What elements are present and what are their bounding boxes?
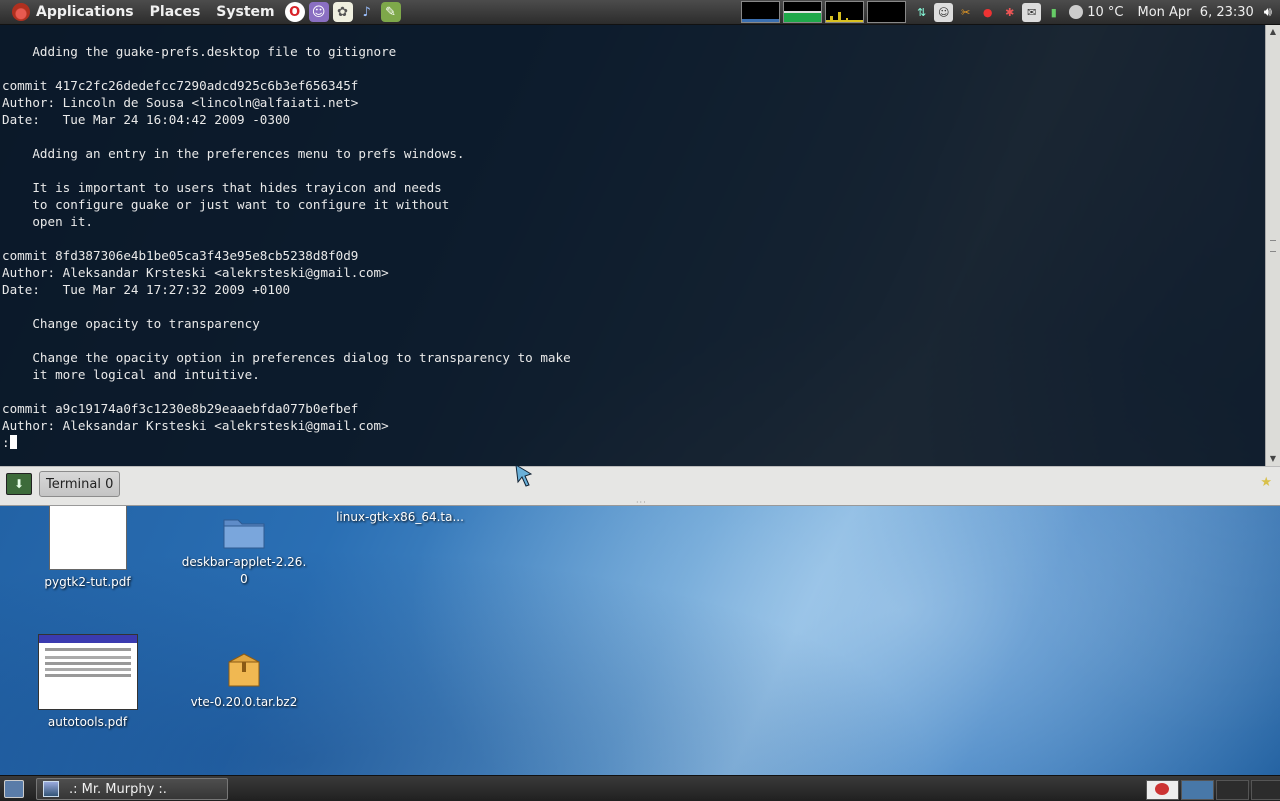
- terminal-line: Change opacity to transparency: [32, 316, 260, 331]
- terminal-scrollbar[interactable]: ▲ ▼: [1265, 25, 1280, 466]
- menu-system-label: System: [216, 4, 275, 20]
- terminal-output: Adding the guake-prefs.desktop file to g…: [2, 43, 571, 451]
- pidgin-icon[interactable]: ☺: [308, 2, 329, 22]
- scroll-grip[interactable]: [1270, 240, 1276, 252]
- memory-graph: [783, 1, 823, 23]
- mouse-pointer-icon: [515, 464, 533, 487]
- terminal-line: Date: Tue Mar 24 17:27:32 2009 +0100: [2, 282, 291, 297]
- network-graph: [825, 1, 865, 23]
- terminal-line: Date: Tue Mar 24 16:04:42 2009 -0300: [2, 112, 291, 127]
- terminal-line: Author: Aleksandar Krsteski <alekrsteski…: [2, 418, 389, 433]
- workspace-window-thumbnail-icon: [1155, 783, 1169, 795]
- desktop-icon-label: autotools.pdf: [47, 715, 128, 729]
- desktop-icon-label: deskbar-applet-2.26. 0: [181, 555, 307, 586]
- tab-terminal-0[interactable]: Terminal 0: [39, 471, 121, 497]
- pdf-document-icon: [37, 634, 138, 710]
- archive-icon: [228, 653, 260, 687]
- terminal-line: commit a9c19174a0f3c1230e8b29eaaebfda077…: [2, 401, 359, 416]
- terminal-line: Author: Aleksandar Krsteski <alekrsteski…: [2, 265, 389, 280]
- terminal-line: Adding an entry in the preferences menu …: [32, 146, 465, 161]
- workspace-1[interactable]: [1146, 780, 1179, 800]
- taskbar-window-button[interactable]: .: Mr. Murphy :.: [36, 778, 228, 800]
- terminal-line: Adding the guake-prefs.desktop file to g…: [32, 44, 397, 59]
- terminal-line: Change the opacity option in preferences…: [32, 350, 571, 365]
- desktop-icon-autotools[interactable]: autotools.pdf: [30, 634, 145, 731]
- desktop-icon-vte[interactable]: vte-0.20.0.tar.bz2: [172, 652, 316, 711]
- menu-system[interactable]: System: [208, 0, 282, 24]
- terminal-line: Author: Lincoln de Sousa <lincoln@alfaia…: [2, 95, 359, 110]
- terminal-line: commit 8fd387306e4b1be05ca3f43e95e8cb523…: [2, 248, 359, 263]
- weather-temperature: 10 °C: [1087, 4, 1124, 20]
- load-graph: [867, 1, 907, 23]
- menu-applications-label: Applications: [36, 4, 134, 20]
- workspace-3[interactable]: [1216, 780, 1249, 800]
- desktop-icon-label: vte-0.20.0.tar.bz2: [190, 695, 298, 709]
- clock[interactable]: Mon Apr 6, 23:30: [1138, 5, 1254, 20]
- guake-terminal[interactable]: Adding the guake-prefs.desktop file to g…: [0, 25, 1280, 466]
- system-monitor-graphs[interactable]: [741, 1, 907, 23]
- pdf-document-icon: [48, 505, 127, 570]
- top-panel: Applications Places System O ☺ ✿ ♪ ✎ ⇅ ☺…: [0, 0, 1280, 25]
- text-editor-icon[interactable]: ✎: [380, 2, 401, 22]
- terminal-line: open it.: [32, 214, 93, 229]
- menu-places-label: Places: [149, 4, 201, 20]
- notification-area: ⇅ ☺ ✂ ● ✱ ✉ ▮: [912, 2, 1063, 22]
- sheep-icon[interactable]: ✿: [332, 2, 353, 22]
- terminal-lines: Adding the guake-prefs.desktop file to g…: [2, 44, 571, 433]
- scissors-icon[interactable]: ✂: [956, 3, 975, 22]
- add-tab-button[interactable]: ⬇: [6, 473, 32, 495]
- download-arrow-icon: ⬇: [13, 477, 25, 491]
- scroll-up-arrow-icon[interactable]: ▲: [1266, 25, 1280, 39]
- taskbar-window-title: .: Mr. Murphy :.: [69, 781, 167, 797]
- music-note-icon[interactable]: ♪: [357, 2, 377, 22]
- scroll-down-arrow-icon[interactable]: ▼: [1266, 452, 1280, 466]
- terminal-tab-bar: ⬇ Terminal 0 ··· ★: [0, 466, 1280, 507]
- workspace-2[interactable]: [1181, 780, 1214, 800]
- folder-icon: [223, 519, 265, 549]
- menu-applications[interactable]: Applications: [4, 0, 142, 24]
- network-icon[interactable]: ⇅: [912, 3, 931, 22]
- show-desktop-button[interactable]: [4, 780, 24, 798]
- terminal-line: it more logical and intuitive.: [32, 367, 260, 382]
- desktop-icon-label: pygtk2-tut.pdf: [44, 575, 131, 589]
- workspace-4[interactable]: [1251, 780, 1280, 800]
- chat-icon[interactable]: ☺: [934, 2, 954, 22]
- terminal-prompt: :: [2, 435, 10, 450]
- main-menu-bar: Applications Places System O ☺ ✿ ♪ ✎: [0, 0, 407, 24]
- weather-applet[interactable]: 10 °C: [1069, 4, 1124, 20]
- desktop-icon-linux-gtk[interactable]: linux-gtk-x86_64.ta...: [320, 505, 480, 526]
- desktop-icon-label: linux-gtk-x86_64.ta...: [336, 510, 464, 524]
- battery-icon[interactable]: ▮: [1044, 3, 1063, 22]
- star-icon: ★: [1260, 475, 1272, 490]
- gnome-foot-icon: [12, 3, 30, 21]
- opera-icon[interactable]: O: [284, 2, 305, 22]
- bottom-panel: .: Mr. Murphy :.: [0, 775, 1280, 801]
- workspace-switcher: [1146, 780, 1280, 800]
- window-icon: [43, 781, 59, 797]
- cpu-graph: [741, 1, 781, 23]
- menu-places[interactable]: Places: [142, 0, 209, 24]
- bluetooth-icon[interactable]: ✱: [1000, 3, 1019, 22]
- mail-icon[interactable]: ✉: [1022, 2, 1042, 22]
- record-icon[interactable]: ●: [978, 3, 997, 22]
- terminal-line: commit 417c2fc26dedefcc7290adcd925c6b3ef…: [2, 78, 359, 93]
- desktop-icon-deskbar-applet[interactable]: deskbar-applet-2.26. 0: [172, 514, 316, 588]
- terminal-cursor: [9, 435, 17, 449]
- desktop-icon-pygtk2-tut[interactable]: pygtk2-tut.pdf: [30, 505, 145, 591]
- resize-handle[interactable]: ···: [636, 498, 647, 507]
- terminal-line: It is important to users that hides tray…: [32, 180, 442, 195]
- terminal-line: to configure guake or just want to confi…: [32, 197, 450, 212]
- volume-icon[interactable]: 🔊︎: [1264, 5, 1272, 20]
- weather-icon: [1069, 5, 1084, 19]
